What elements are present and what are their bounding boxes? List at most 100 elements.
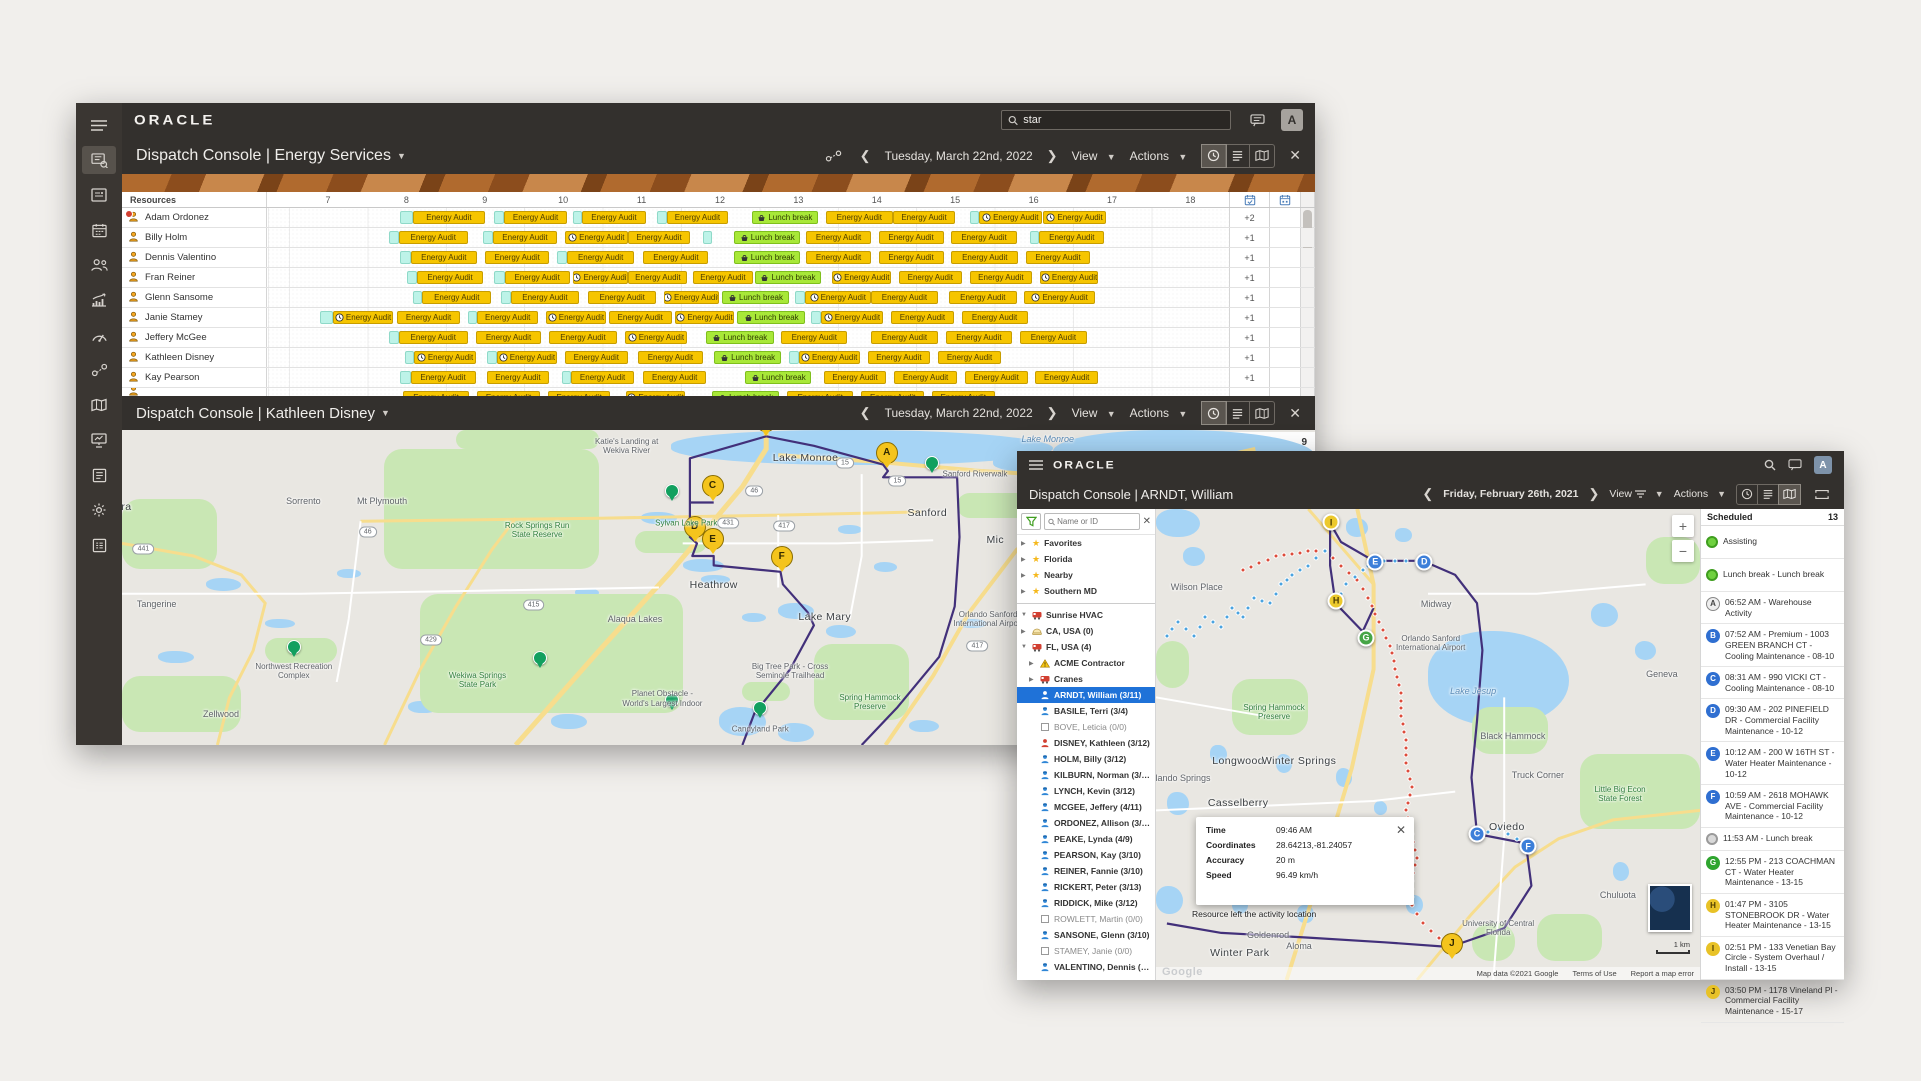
gantt-activity-energy-audit[interactable]: Energy Audit [871, 331, 938, 344]
map-pin-A[interactable]: A [876, 442, 898, 468]
gantt-resource-cell[interactable] [122, 388, 267, 396]
expand-icon[interactable]: ▶ [1029, 676, 1036, 683]
gantt-activity-energy-audit[interactable]: Energy Audit [938, 351, 1001, 364]
gantt-travel-segment[interactable] [703, 231, 712, 244]
tree-item-basile-terri-3-4[interactable]: BASILE, Terri (3/4) [1017, 703, 1155, 719]
expand-panels-icon[interactable] [1811, 485, 1832, 504]
gantt-activity-energy-audit[interactable]: Energy Audit [899, 271, 962, 284]
gantt-scrollbar[interactable] [1301, 328, 1315, 347]
gantt-activity-energy-audit[interactable]: Energy Audit [799, 351, 860, 364]
gantt-scrollbar[interactable] [1301, 388, 1315, 396]
list-view-button[interactable] [1226, 145, 1250, 167]
gantt-activity-lunch-break[interactable]: Lunch break [712, 391, 779, 396]
gantt-activity-lunch-break[interactable]: Lunch break [734, 251, 800, 264]
gantt-activity-energy-audit[interactable]: Energy Audit [571, 371, 634, 384]
tree-item-reiner-fannie-3-10[interactable]: REINER, Fannie (3/10) [1017, 863, 1155, 879]
tree-item-kilburn-norman-3-10[interactable]: KILBURN, Norman (3/10) [1017, 767, 1155, 783]
activity-marker-H[interactable]: H [1328, 592, 1345, 609]
gantt-scrollbar[interactable] [1301, 308, 1315, 327]
sidebar-item-map[interactable] [82, 391, 116, 419]
expand-icon[interactable]: ▼ [1021, 644, 1028, 650]
gantt-activity-energy-audit[interactable]: Energy Audit [588, 291, 655, 304]
activity-marker-C[interactable]: C [1468, 825, 1485, 842]
gantt-activity-energy-audit[interactable]: Energy Audit [548, 391, 611, 396]
tree-item-sansone-glenn-3-10[interactable]: SANSONE, Glenn (3/10) [1017, 927, 1155, 943]
gantt-activity-energy-audit[interactable]: Energy Audit [951, 251, 1018, 264]
scheduled-item[interactable]: D09:30 AM - 202 PINEFIELD DR - Commercia… [1701, 699, 1844, 742]
gantt-activity-lunch-break[interactable]: Lunch break [745, 371, 811, 384]
tree-item-rowlett-martin-0-0[interactable]: ROWLETT, Martin (0/0) [1017, 911, 1155, 927]
tree-item-stamey-janie-0-0[interactable]: STAMEY, Janie (0/0) [1017, 943, 1155, 959]
gantt-activity-energy-audit[interactable]: Energy Audit [1020, 331, 1087, 344]
tree-item-holm-billy-3-12[interactable]: HOLM, Billy (3/12) [1017, 751, 1155, 767]
gantt-travel-segment[interactable] [789, 351, 798, 364]
gantt-activity-energy-audit[interactable]: Energy Audit [879, 231, 944, 244]
gantt-activity-energy-audit[interactable]: Energy Audit [573, 271, 629, 284]
hamburger-menu-icon[interactable] [1029, 460, 1043, 470]
close-console-button[interactable]: ✕ [1289, 147, 1301, 164]
prev-day-button-2[interactable]: ❮ [860, 405, 871, 421]
map-view-button-3[interactable] [1779, 485, 1800, 504]
map3-zoom-in-button[interactable]: + [1672, 515, 1694, 537]
sidebar-item-calendar[interactable] [82, 216, 116, 244]
map-pin-E[interactable]: E [702, 528, 724, 554]
search-input[interactable] [1023, 114, 1224, 126]
gantt-travel-segment[interactable] [468, 311, 477, 324]
tree-group-florida[interactable]: ▶★Florida [1017, 551, 1155, 567]
gantt-activity-energy-audit[interactable]: Energy Audit [333, 311, 393, 324]
gps-track-map-arndt[interactable]: JIEDHGCFWilson PlaceMidwayOrlando Sanfor… [1156, 509, 1700, 980]
gantt-activity-lunch-break[interactable]: Lunch break [755, 271, 820, 284]
activity-marker-I[interactable]: I [1323, 514, 1340, 531]
gantt-activity-lunch-break[interactable]: Lunch break [722, 291, 789, 304]
gantt-travel-segment[interactable] [389, 331, 398, 344]
activity-marker-E[interactable]: E [1367, 553, 1384, 570]
sidebar-item-team[interactable] [82, 251, 116, 279]
gantt-travel-segment[interactable] [400, 251, 410, 264]
map-pin-J[interactable]: J [1441, 933, 1463, 959]
clear-search-icon[interactable]: ✕ [1143, 516, 1151, 527]
gantt-activity-energy-audit[interactable]: Energy Audit [805, 291, 871, 304]
gantt-activity-energy-audit[interactable]: Energy Audit [891, 311, 954, 324]
sidebar-item-settings-gear[interactable] [82, 496, 116, 524]
gantt-resource-cell[interactable]: Billy Holm [122, 228, 267, 247]
gantt-activity-energy-audit[interactable]: Energy Audit [949, 291, 1016, 304]
gantt-travel-segment[interactable] [405, 351, 414, 364]
scheduled-item[interactable]: C08:31 AM - 990 VICKI CT - Cooling Maint… [1701, 667, 1844, 699]
gantt-travel-segment[interactable] [400, 211, 413, 224]
terms-link[interactable]: Terms of Use [1572, 969, 1616, 978]
gantt-activity-energy-audit[interactable]: Energy Audit [485, 251, 549, 264]
gantt-activity-energy-audit[interactable]: Energy Audit [628, 271, 687, 284]
expand-icon[interactable]: ▶ [1021, 628, 1028, 635]
gantt-travel-segment[interactable] [795, 291, 804, 304]
gantt-travel-segment[interactable] [320, 311, 333, 324]
sidebar-item-presentation[interactable] [82, 426, 116, 454]
gantt-activity-energy-audit[interactable]: Energy Audit [871, 291, 938, 304]
tree-item-acme-contractor[interactable]: ▶ACME Contractor [1017, 655, 1155, 671]
tree-item-ordonez-allison-3-12[interactable]: ORDONEZ, Allison (3/12) [1017, 815, 1155, 831]
scheduled-item[interactable]: Lunch break - Lunch break [1701, 559, 1844, 592]
gantt-activity-energy-audit[interactable]: Energy Audit [962, 311, 1028, 324]
expand-icon[interactable]: ▶ [1021, 572, 1028, 579]
search-icon-3[interactable] [1764, 459, 1776, 471]
gantt-activity-energy-audit[interactable]: Energy Audit [1039, 231, 1104, 244]
time-view-button[interactable] [1202, 145, 1226, 167]
gantt-activity-energy-audit[interactable]: Energy Audit [965, 371, 1028, 384]
gantt-activity-energy-audit[interactable]: Energy Audit [970, 271, 1033, 284]
gantt-activity-energy-audit[interactable]: Energy Audit [1043, 211, 1106, 224]
gantt-activity-energy-audit[interactable]: Energy Audit [1024, 291, 1095, 304]
gantt-activity-energy-audit[interactable]: Energy Audit [879, 251, 944, 264]
sidebar-item-dispatch-console[interactable] [82, 146, 116, 174]
page-title[interactable]: Dispatch Console | Energy Services [136, 147, 391, 165]
next-day-button-3[interactable]: ❯ [1588, 486, 1599, 502]
sidebar-item-hamburger-menu[interactable] [82, 111, 116, 139]
gantt-activity-energy-audit[interactable]: Energy Audit [565, 351, 628, 364]
avatar-3[interactable]: A [1814, 456, 1832, 474]
gantt-resource-cell[interactable]: Kathleen Disney [122, 348, 267, 367]
resource-search-input[interactable] [1057, 517, 1135, 526]
gantt-activity-energy-audit[interactable]: Energy Audit [477, 391, 540, 396]
gantt-travel-segment[interactable] [487, 351, 497, 364]
view-menu-2[interactable]: View ▼ [1072, 406, 1116, 420]
gantt-activity-energy-audit[interactable]: Energy Audit [675, 311, 735, 324]
gantt-activity-energy-audit[interactable]: Energy Audit [643, 251, 708, 264]
gantt-activity-energy-audit[interactable]: Energy Audit [487, 371, 550, 384]
